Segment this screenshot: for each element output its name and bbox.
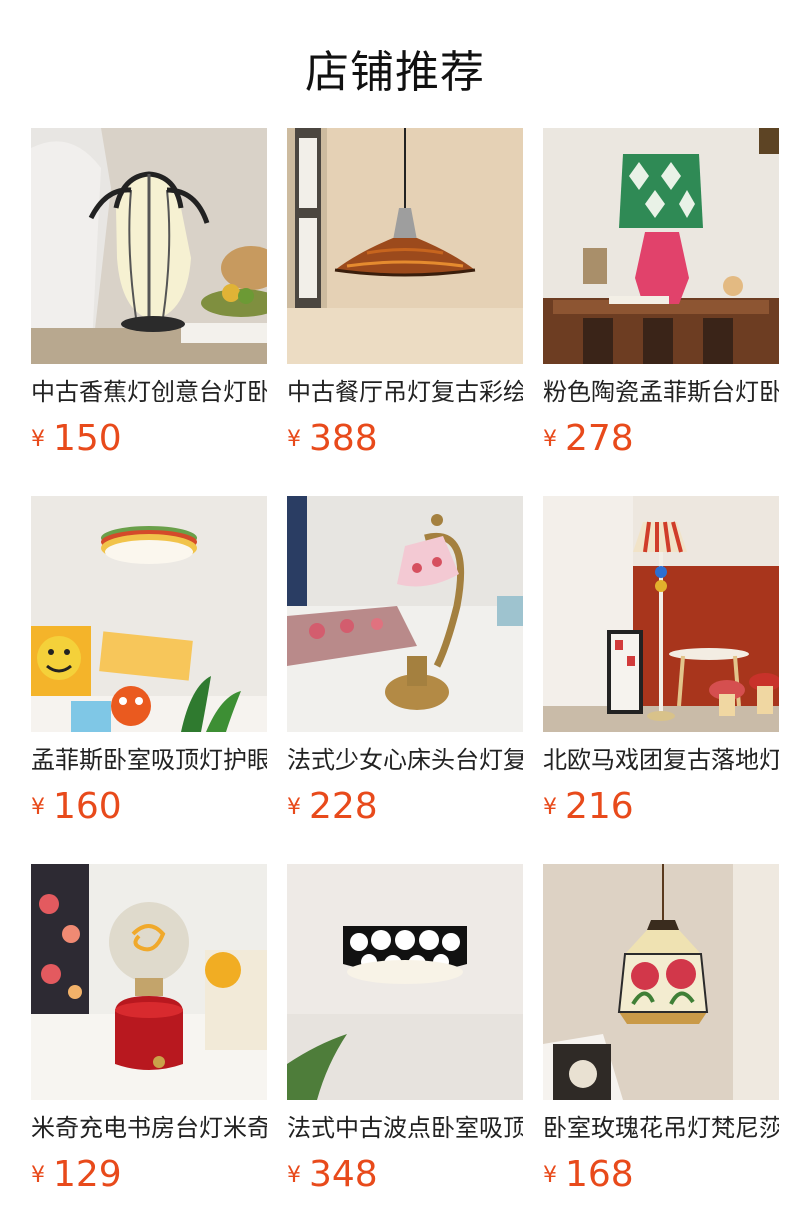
page-title: 店铺推荐 [305,47,485,98]
currency-symbol: ¥ [31,1163,45,1188]
product-price: ¥160 [31,786,122,827]
price-amount: 129 [53,1154,122,1195]
product-image-pink-lamp[interactable] [543,128,779,364]
product-name[interactable]: 粉色陶瓷孟菲斯台灯卧室床头灯 [543,376,779,408]
currency-symbol: ¥ [543,1163,557,1188]
pendant-lamp-photo [287,128,523,364]
product-card[interactable]: 法式中古波点卧室吸顶灯 ¥348 [287,864,523,1204]
product-grid: 中古香蕉灯创意台灯卧室床头灯 ¥150 中古餐厅吊灯复古彩绘玻璃吊灯 [31,128,790,1232]
pink-ceramic-table-lamp-photo [543,128,779,364]
price-amount: 168 [565,1154,634,1195]
price-amount: 278 [565,418,634,459]
product-image-banana-lamp[interactable] [31,128,267,364]
price-amount: 388 [309,418,378,459]
product-name[interactable]: 米奇充电书房台灯米奇灯泡 [31,1112,267,1144]
product-price: ¥388 [287,418,378,459]
product-name[interactable]: 孟菲斯卧室吸顶灯护眼灯 [31,744,267,776]
product-price: ¥150 [31,418,122,459]
product-card[interactable]: 卧室玫瑰花吊灯梵尼莎 ¥168 [543,864,779,1204]
product-card[interactable]: 孟菲斯卧室吸顶灯护眼灯 ¥160 [31,496,267,836]
price-amount: 216 [565,786,634,827]
french-desk-lamp-photo [287,496,523,732]
product-image-floor-lamp[interactable] [543,496,779,732]
price-amount: 228 [309,786,378,827]
currency-symbol: ¥ [287,1163,301,1188]
currency-symbol: ¥ [543,427,557,452]
product-price: ¥216 [543,786,634,827]
product-name[interactable]: 北欧马戏团复古落地灯 [543,744,779,776]
price-amount: 348 [309,1154,378,1195]
price-amount: 150 [53,418,122,459]
product-name[interactable]: 法式少女心床头台灯复古 [287,744,523,776]
circus-floor-lamp-photo [543,496,779,732]
currency-symbol: ¥ [287,795,301,820]
product-name[interactable]: 中古餐厅吊灯复古彩绘玻璃吊灯 [287,376,523,408]
currency-symbol: ¥ [543,795,557,820]
price-amount: 160 [53,786,122,827]
product-card[interactable]: 米奇充电书房台灯米奇灯泡 ¥129 [31,864,267,1204]
currency-symbol: ¥ [31,427,45,452]
product-price: ¥168 [543,1154,634,1195]
banana-table-lamp-photo [31,128,267,364]
currency-symbol: ¥ [31,795,45,820]
product-image-rose-pendant[interactable] [543,864,779,1100]
product-image-bulb-lamp[interactable] [31,864,267,1100]
currency-symbol: ¥ [287,427,301,452]
product-image-desk-lamp[interactable] [287,496,523,732]
product-card[interactable]: 中古香蕉灯创意台灯卧室床头灯 ¥150 [31,128,267,468]
polka-dot-ceiling-lamp-photo [287,864,523,1100]
bulb-desk-lamp-photo [31,864,267,1100]
product-card[interactable]: 法式少女心床头台灯复古 ¥228 [287,496,523,836]
product-image-polka-lamp[interactable] [287,864,523,1100]
product-card[interactable]: 粉色陶瓷孟菲斯台灯卧室床头灯 ¥278 [543,128,779,468]
product-name[interactable]: 卧室玫瑰花吊灯梵尼莎 [543,1112,779,1144]
product-card[interactable]: 北欧马戏团复古落地灯 ¥216 [543,496,779,836]
memphis-ceiling-lamp-photo [31,496,267,732]
product-price: ¥129 [31,1154,122,1195]
product-name[interactable]: 中古香蕉灯创意台灯卧室床头灯 [31,376,267,408]
product-name[interactable]: 法式中古波点卧室吸顶灯 [287,1112,523,1144]
product-card[interactable]: 中古餐厅吊灯复古彩绘玻璃吊灯 ¥388 [287,128,523,468]
product-price: ¥228 [287,786,378,827]
product-price: ¥348 [287,1154,378,1195]
rose-stained-glass-pendant-photo [543,864,779,1100]
product-image-pendant-lamp[interactable] [287,128,523,364]
product-image-ceiling-lamp[interactable] [31,496,267,732]
product-price: ¥278 [543,418,634,459]
